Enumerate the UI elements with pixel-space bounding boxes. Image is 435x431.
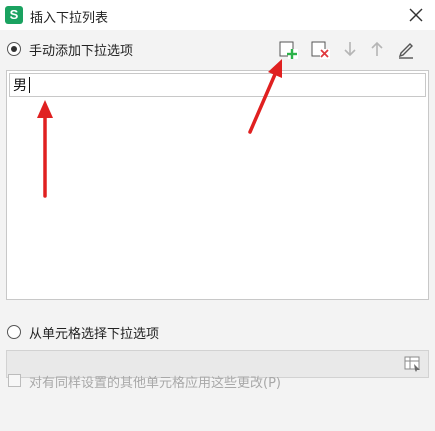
apply-same-settings-label: 对有同样设置的其他单元格应用这些更改(P)	[29, 376, 281, 391]
dropdown-items-list[interactable]	[6, 70, 429, 300]
edit-item-button[interactable]	[395, 38, 417, 60]
add-item-icon	[279, 41, 298, 59]
add-item-button[interactable]	[277, 38, 299, 60]
text-caret	[29, 77, 30, 93]
from-cells-option-radio[interactable]	[7, 325, 21, 339]
close-icon	[409, 8, 423, 22]
list-item-input[interactable]	[9, 73, 426, 97]
delete-item-icon	[311, 41, 330, 59]
close-button[interactable]	[405, 4, 427, 26]
dialog-title: 插入下拉列表	[30, 11, 109, 26]
manual-option-label[interactable]: 手动添加下拉选项	[29, 40, 133, 59]
manual-option-radio[interactable]	[7, 42, 21, 56]
delete-item-button[interactable]	[309, 38, 331, 60]
move-down-button[interactable]	[339, 38, 361, 60]
title-bar: S 插入下拉列表	[0, 0, 435, 30]
spreadsheet-app-icon: S	[5, 6, 23, 24]
arrow-up-icon	[371, 41, 383, 56]
dialog-body: 手动添加下拉选项 男 从单元格选择下拉选项	[0, 30, 435, 431]
pencil-icon	[398, 43, 413, 59]
apply-same-settings-checkbox[interactable]	[8, 374, 21, 387]
range-picker-button[interactable]	[404, 355, 422, 373]
move-up-button[interactable]	[366, 38, 388, 60]
range-picker-icon	[404, 356, 420, 372]
from-cells-option-label[interactable]: 从单元格选择下拉选项	[29, 323, 159, 342]
arrow-down-icon	[344, 42, 356, 57]
